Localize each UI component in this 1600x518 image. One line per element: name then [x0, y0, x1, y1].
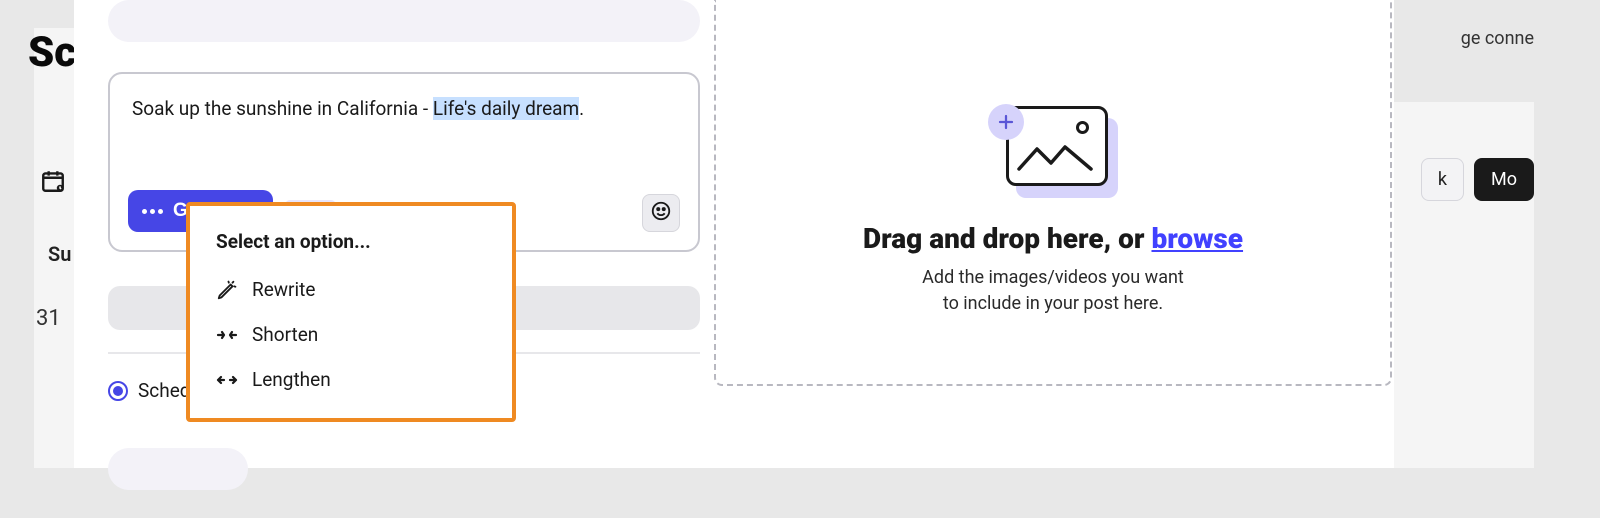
caption-input[interactable]: Soak up the sunshine in California - Lif…	[132, 96, 676, 122]
media-dropzone[interactable]: Drag and drop here, or browse Add the im…	[714, 0, 1392, 386]
dropzone-title: Drag and drop here, or browse	[863, 222, 1243, 255]
dropdown-item-label: Rewrite	[252, 278, 315, 301]
dropdown-item-label: Shorten	[252, 323, 318, 346]
bg-btn-light[interactable]: k	[1421, 158, 1464, 201]
caption-text-after: .	[579, 97, 584, 120]
rewrite-icon	[216, 279, 238, 301]
generate-dropdown: Select an option... Rewrite Shorten	[186, 202, 516, 422]
dropzone-subtitle: Add the images/videos you want to includ…	[922, 265, 1184, 315]
browse-link[interactable]: browse	[1151, 222, 1243, 255]
dropzone-title-prefix: Drag and drop here, or	[863, 222, 1152, 255]
calendar-weekday: Su	[48, 242, 71, 266]
bg-right-panel	[1374, 102, 1534, 468]
dropdown-title: Select an option...	[190, 226, 512, 267]
caption-text-before: Soak up the sunshine in California -	[132, 97, 433, 120]
bottom-pill[interactable]	[108, 448, 248, 490]
dropdown-item-label: Lengthen	[252, 368, 331, 391]
calendar-icon	[40, 168, 66, 198]
media-illustration	[988, 104, 1118, 204]
compose-modal: Soak up the sunshine in California - Lif…	[74, 0, 1394, 468]
calendar-date: 31	[36, 306, 61, 331]
dropdown-item-shorten[interactable]: Shorten	[190, 312, 512, 357]
ellipsis-icon	[142, 209, 163, 214]
channel-pill[interactable]	[108, 0, 700, 42]
bg-top-right-text: ge conne	[1461, 28, 1534, 49]
caption-text-highlighted: Life's daily dream	[433, 97, 579, 120]
lengthen-icon	[216, 369, 238, 391]
emoji-icon	[650, 200, 672, 226]
shorten-icon	[216, 324, 238, 346]
bg-btn-dark[interactable]: Mo	[1474, 158, 1534, 201]
dropdown-item-lengthen[interactable]: Lengthen	[190, 357, 512, 402]
bg-heading: Sc	[28, 28, 76, 77]
emoji-button[interactable]	[642, 194, 680, 232]
radio-selected-icon	[108, 381, 128, 401]
bg-right-buttons: k Mo	[1421, 158, 1534, 201]
dropdown-item-rewrite[interactable]: Rewrite	[190, 267, 512, 312]
